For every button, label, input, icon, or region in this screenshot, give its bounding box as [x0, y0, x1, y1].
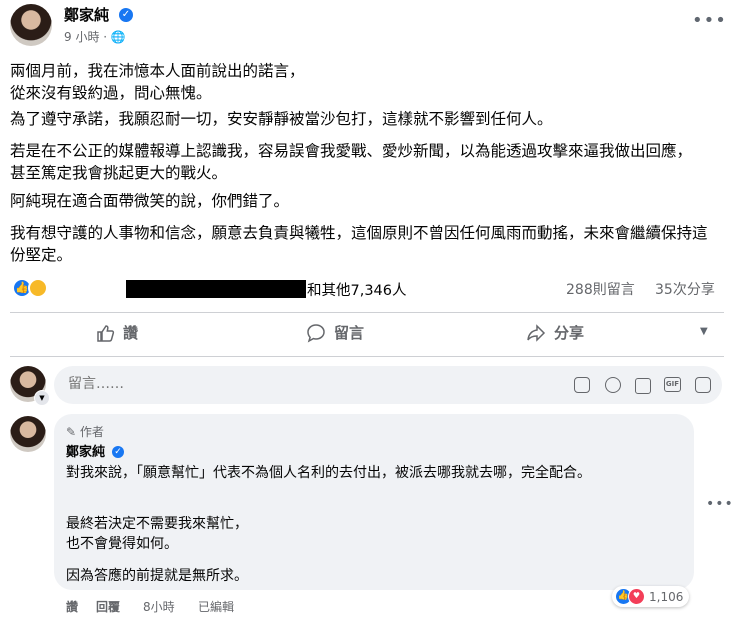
divider-bottom — [10, 356, 724, 357]
comment-bubble — [54, 414, 694, 590]
share-button[interactable]: 分享 — [526, 322, 584, 343]
post-timestamp[interactable]: 9 小時 · 🌐 — [64, 28, 126, 45]
reactors-names-redacted — [56, 280, 306, 298]
comment-reaction-count: 1,106 — [649, 589, 684, 604]
sticker-icon[interactable] — [695, 377, 711, 393]
comment-button[interactable]: 留言 — [306, 322, 364, 343]
post-paragraph-2: 為了遵守承諾，我願忍耐一切，安安靜靜被當沙包打，這樣就不影響到任何人。 — [10, 110, 553, 128]
like-button-label: 讚 — [123, 324, 139, 342]
camera-icon[interactable] — [635, 378, 651, 394]
comment-more-options-icon[interactable]: ••• — [706, 496, 734, 512]
comment-input[interactable] — [66, 375, 550, 393]
post-paragraph-5: 我有想守護的人事物和信念，願意去負責與犧牲，這個原則不曾因任何風雨而動搖，未來會… — [10, 224, 708, 264]
verified-badge-icon: ✓ — [119, 8, 133, 22]
comment-time[interactable]: 8小時 — [143, 598, 175, 615]
comment-bubble-icon — [307, 323, 325, 343]
reaction-selector-chevron-down-icon[interactable]: ▼ — [700, 326, 708, 337]
pencil-icon: ✎ — [66, 425, 77, 439]
viewer-avatar-chevron-icon[interactable]: ▼ — [34, 390, 50, 406]
comment-author-avatar[interactable] — [10, 416, 46, 452]
share-arrow-icon — [527, 323, 546, 342]
post-paragraph-3: 若是在不公正的媒體報導上認識我，容易誤會我愛戰、愛炒新聞，以為能透過攻擊來逼我做… — [10, 142, 693, 182]
divider-top — [10, 312, 724, 313]
care-reaction-icon[interactable] — [28, 278, 48, 298]
comments-count[interactable]: 288則留言 — [566, 279, 635, 299]
author-badge: ✎ 作者 — [66, 423, 104, 440]
like-button[interactable]: 讚 — [95, 322, 138, 343]
comment-paragraph-1: 對我來說，「願意幫忙」代表不為個人名利的去付出，被派去哪我就去哪，完全配合。 — [66, 465, 591, 481]
gif-icon[interactable]: GIF — [664, 377, 681, 392]
comment-verified-badge-icon: ✓ — [112, 446, 124, 458]
globe-icon: 🌐 — [110, 30, 126, 44]
comment-reactions[interactable]: 👍 ♥ 1,106 — [612, 586, 690, 607]
avatar-sticker-icon[interactable] — [574, 377, 590, 393]
emoji-icon[interactable] — [605, 377, 621, 393]
author-badge-label: 作者 — [79, 425, 104, 439]
post-more-options-icon[interactable]: ••• — [692, 10, 727, 31]
comment-love-reaction-icon: ♥ — [628, 588, 645, 605]
comment-paragraph-2: 最終若決定不需要我來幫忙， 也不會覺得如何。 — [66, 516, 248, 552]
comment-author-name[interactable]: 鄭家純 — [66, 443, 105, 463]
share-button-label: 分享 — [554, 324, 585, 342]
post-paragraph-4: 阿純現在適合面帶微笑的說，你們錯了。 — [10, 192, 290, 210]
comment-reply-link[interactable]: 回覆 — [96, 598, 120, 615]
redaction-bar — [126, 280, 306, 298]
thumbs-up-icon — [97, 324, 115, 342]
comment-edited-label: 已編輯 — [198, 600, 235, 614]
post-author-avatar[interactable] — [10, 4, 52, 46]
post-time-text[interactable]: 9 小時 — [64, 30, 99, 44]
comment-input-box[interactable]: GIF — [54, 366, 722, 404]
post-author-name[interactable]: 鄭家純 — [64, 4, 109, 25]
reactions-count[interactable]: 和其他7,346人 — [307, 279, 407, 300]
comment-button-label: 留言 — [334, 324, 365, 342]
comment-paragraph-3: 因為答應的前提就是無所求。 — [66, 568, 248, 584]
shares-count[interactable]: 35次分享 — [655, 279, 715, 299]
comment-like-link[interactable]: 讚 — [66, 598, 78, 615]
post-paragraph-1: 兩個月前，我在沛憶本人面前說出的諾言， 從來沒有毀約過，問心無愧。 — [10, 62, 305, 102]
